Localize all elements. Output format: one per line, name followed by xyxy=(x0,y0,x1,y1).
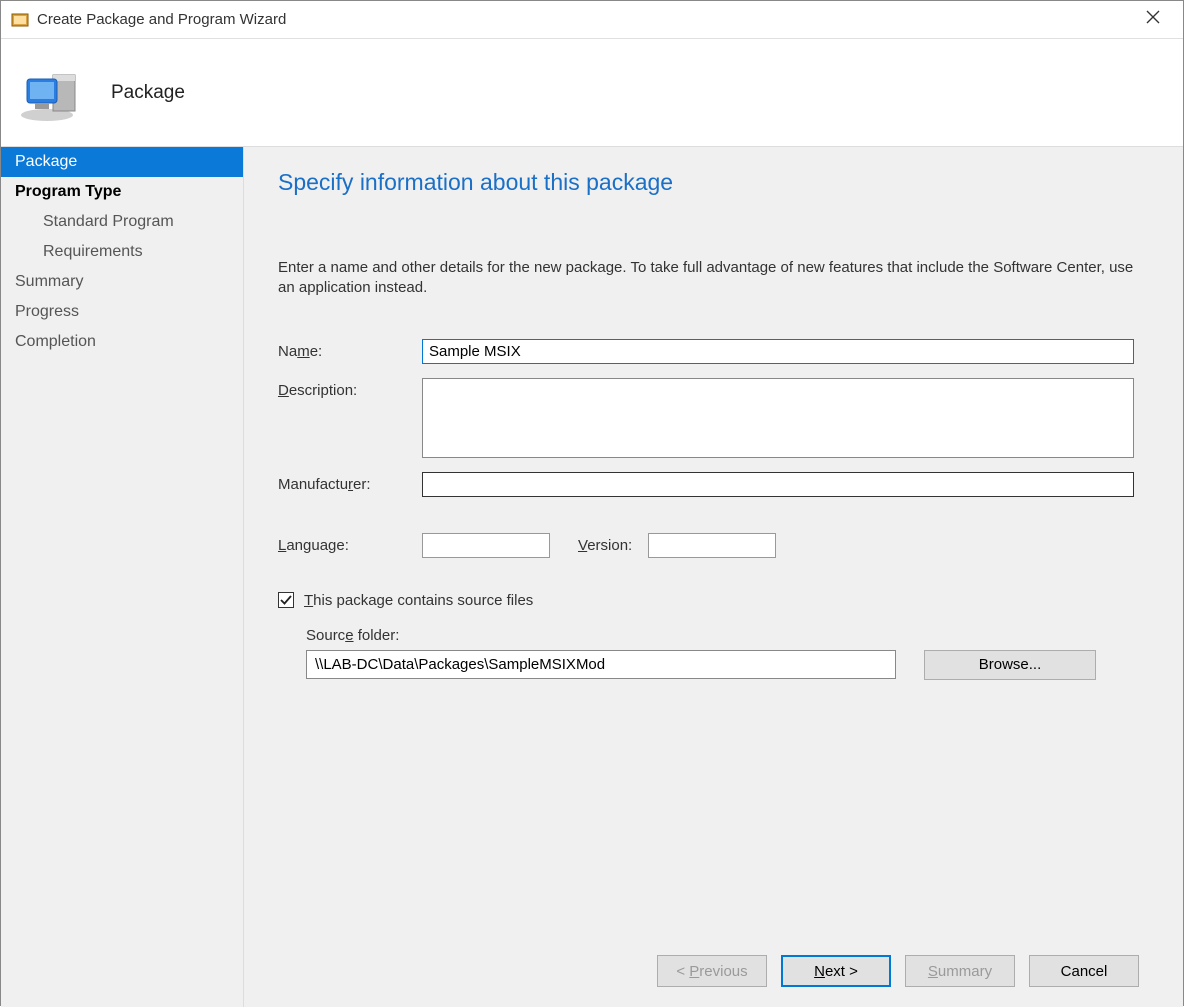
sidebar: Package Program Type Standard Program Re… xyxy=(1,147,244,1007)
description-input[interactable] xyxy=(422,378,1134,458)
version-label: Version: xyxy=(578,533,632,554)
intro-text: Enter a name and other details for the n… xyxy=(278,258,1139,299)
sidebar-item-standard-program[interactable]: Standard Program xyxy=(1,207,243,237)
source-files-checkbox[interactable] xyxy=(278,592,294,608)
window-title: Create Package and Program Wizard xyxy=(37,11,1133,28)
source-files-checkbox-row: This package contains source files xyxy=(278,592,1139,609)
sidebar-item-package[interactable]: Package xyxy=(1,147,243,177)
manufacturer-row: Manufacturer: xyxy=(278,472,1139,497)
source-folder-label: Source folder: xyxy=(306,627,1139,644)
manufacturer-label: Manufacturer: xyxy=(278,472,422,493)
sidebar-item-completion[interactable]: Completion xyxy=(1,327,243,357)
wizard-header: Package xyxy=(1,39,1183,147)
description-row: Description: xyxy=(278,378,1139,458)
language-label: Language: xyxy=(278,533,422,554)
sidebar-item-progress[interactable]: Progress xyxy=(1,297,243,327)
header-title: Package xyxy=(111,82,185,104)
titlebar: Create Package and Program Wizard xyxy=(1,1,1183,39)
summary-button: Summary xyxy=(905,955,1015,987)
package-icon xyxy=(19,61,83,125)
version-input[interactable] xyxy=(648,533,776,558)
page-title: Specify information about this package xyxy=(278,169,1139,196)
name-input[interactable] xyxy=(422,339,1134,364)
sidebar-item-summary[interactable]: Summary xyxy=(1,267,243,297)
source-folder-section: Source folder: Browse... xyxy=(306,627,1139,680)
source-files-checkbox-label: This package contains source files xyxy=(304,592,533,609)
language-version-row: Language: Version: xyxy=(278,533,1139,558)
name-row: Name: xyxy=(278,339,1139,364)
manufacturer-input[interactable] xyxy=(422,472,1134,497)
name-label: Name: xyxy=(278,339,422,360)
app-icon xyxy=(11,11,29,29)
cancel-button[interactable]: Cancel xyxy=(1029,955,1139,987)
wizard-footer: < Previous Next > Summary Cancel xyxy=(657,955,1139,987)
sidebar-item-requirements[interactable]: Requirements xyxy=(1,237,243,267)
next-button[interactable]: Next > xyxy=(781,955,891,987)
close-button[interactable] xyxy=(1133,10,1173,29)
wizard-body: Package Program Type Standard Program Re… xyxy=(1,147,1183,1007)
browse-button[interactable]: Browse... xyxy=(924,650,1096,680)
previous-button: < Previous xyxy=(657,955,767,987)
description-label: Description: xyxy=(278,378,422,399)
sidebar-item-program-type[interactable]: Program Type xyxy=(1,177,243,207)
content-pane: Specify information about this package E… xyxy=(244,147,1183,1007)
language-input[interactable] xyxy=(422,533,550,558)
source-folder-input[interactable] xyxy=(306,650,896,679)
